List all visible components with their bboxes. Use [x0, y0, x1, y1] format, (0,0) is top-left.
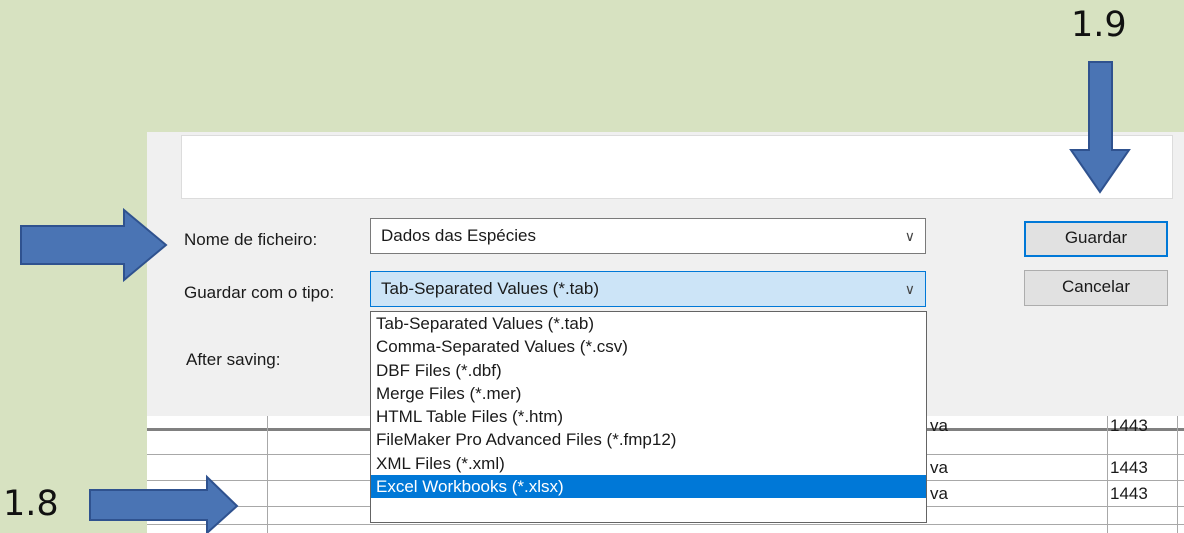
annotation-arrows: [20, 61, 1131, 533]
arrow-right-icon: [89, 474, 239, 533]
arrow-right-icon: [20, 207, 168, 283]
arrow-down-icon: [1069, 61, 1131, 194]
